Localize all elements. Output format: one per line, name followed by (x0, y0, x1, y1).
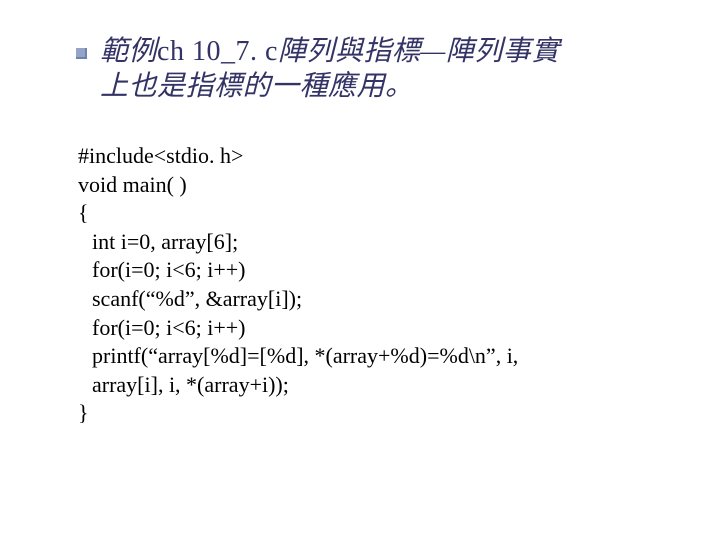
title-line1-ascii: ch 10_7. c (157, 36, 278, 67)
title-line2: 上也是指標的一種應用。 (100, 71, 414, 102)
title-block: 範例ch 10_7. c陣列與指標—陣列事實 上也是指標的一種應用。 (100, 34, 620, 104)
code-line-10: } (78, 399, 638, 428)
title-line1-post: 陣列與指標—陣列事實 (278, 36, 560, 67)
title-line1-pre: 範例 (100, 36, 157, 67)
code-line-5: for(i=0; i<6; i++) (78, 256, 638, 285)
slide: 範例ch 10_7. c陣列與指標—陣列事實 上也是指標的一種應用。 #incl… (0, 0, 720, 540)
bullet-icon (76, 48, 87, 59)
code-line-1: #include<stdio. h> (78, 142, 638, 171)
code-line-4: int i=0, array[6]; (78, 228, 638, 257)
title-text: 範例ch 10_7. c陣列與指標—陣列事實 上也是指標的一種應用。 (100, 34, 620, 104)
code-line-9: array[i], i, *(array+i)); (78, 371, 638, 400)
code-line-2: void main( ) (78, 171, 638, 200)
code-line-7: for(i=0; i<6; i++) (78, 314, 638, 343)
code-line-3: { (78, 199, 638, 228)
code-line-8: printf(“array[%d]=[%d], *(array+%d)=%d\n… (78, 342, 638, 371)
code-line-6: scanf(“%d”, &array[i]); (78, 285, 638, 314)
code-block: #include<stdio. h> void main( ) { int i=… (78, 142, 638, 428)
